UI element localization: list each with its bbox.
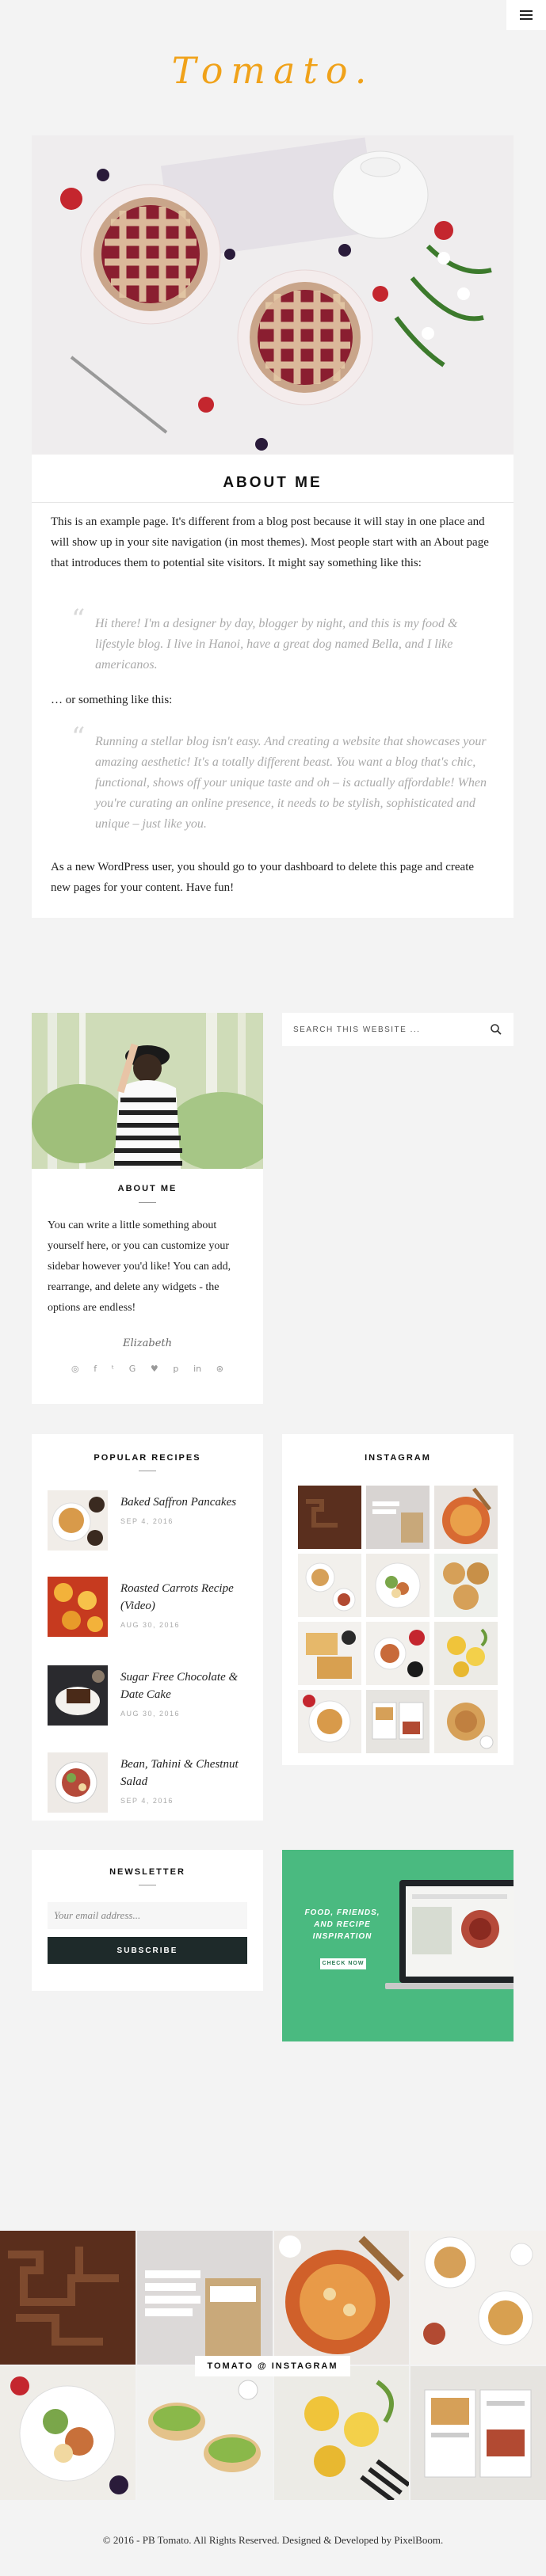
laptop-illustration [385, 1880, 514, 1989]
instagram-photo[interactable] [434, 1622, 498, 1685]
recipe-date: AUG 30, 2016 [120, 1710, 181, 1718]
list-item[interactable]: Sugar Free Chocolate & Date Cake AUG 30,… [48, 1665, 247, 1729]
instagram-photo[interactable] [366, 1486, 430, 1549]
social-icons: ◎ f ᵗ G ♥ p in ⊛ [71, 1364, 223, 1374]
widget-title: INSTAGRAM [365, 1453, 431, 1463]
instagram-photo[interactable] [434, 1486, 498, 1549]
divider [32, 502, 514, 503]
instagram-photo[interactable] [410, 2366, 546, 2500]
instagram-photo[interactable] [366, 1622, 430, 1685]
bloglovin-icon[interactable]: ♥ [151, 1364, 158, 1374]
recipe-title[interactable]: Baked Saffron Pancakes [120, 1493, 250, 1511]
hero-image [32, 135, 514, 455]
blockquote-text: Running a stellar blog isn't easy. And c… [95, 735, 487, 831]
instagram-photo[interactable] [298, 1622, 361, 1685]
instagram-photo[interactable] [298, 1486, 361, 1549]
newsletter-widget: NEWSLETTER SUBSCRIBE [32, 1850, 263, 1991]
linkedin-icon[interactable]: in [193, 1364, 201, 1374]
recipe-date: SEP 4, 2016 [120, 1797, 174, 1805]
site-logo[interactable]: Tomato. [0, 49, 546, 92]
intro-paragraph: This is an example page. It's different … [51, 516, 489, 569]
instagram-photo[interactable] [434, 1690, 498, 1753]
instagram-photo[interactable] [298, 1690, 361, 1753]
instagram-grid [298, 1486, 498, 1753]
subscribe-button[interactable]: SUBSCRIBE [48, 1937, 247, 1964]
about-widget-text: You can write a little something about y… [48, 1220, 231, 1314]
instagram-icon[interactable]: ◎ [71, 1364, 79, 1374]
page-title: ABOUT ME [223, 474, 323, 491]
recipe-date: AUG 30, 2016 [120, 1621, 181, 1629]
dribbble-icon[interactable]: ⊛ [216, 1364, 223, 1374]
widget-title: NEWSLETTER [109, 1867, 185, 1877]
instagram-photo[interactable] [410, 2231, 546, 2365]
instagram-photo[interactable] [0, 2231, 136, 2365]
twitter-icon[interactable]: ᵗ [112, 1364, 114, 1374]
search-icon[interactable] [490, 1023, 502, 1036]
instagram-photo[interactable] [0, 2366, 136, 2500]
middle-paragraph: … or something like this: [51, 694, 173, 706]
recipe-title[interactable]: Sugar Free Chocolate & Date Cake [120, 1669, 250, 1703]
ad-banner[interactable]: FOOD, FRIENDS, AND RECIPE INSPIRATION CH… [282, 1850, 514, 2041]
list-item[interactable]: Roasted Carrots Recipe (Video) AUG 30, 2… [48, 1577, 247, 1640]
google-plus-icon[interactable]: G [129, 1364, 136, 1374]
widget-title: POPULAR RECIPES [94, 1453, 201, 1463]
list-item[interactable]: Bean, Tahini & Chestnut Salad SEP 4, 201… [48, 1752, 247, 1816]
ad-headline: FOOD, FRIENDS, AND RECIPE INSPIRATION [304, 1908, 380, 1941]
quote-icon: “ [71, 603, 86, 635]
footer-instagram-label[interactable]: TOMATO @ INSTAGRAM [195, 2356, 350, 2376]
copyright: © 2016 - PB Tomato. All Rights Reserved.… [102, 2534, 444, 2546]
check-now-button[interactable]: CHECK NOW [320, 1958, 366, 1969]
menu-button[interactable] [506, 0, 546, 30]
recipe-thumbnail[interactable] [48, 1490, 108, 1551]
blockquote-2: “ Running a stellar blog isn't easy. And… [71, 724, 499, 835]
recipe-date: SEP 4, 2016 [120, 1517, 174, 1525]
email-field[interactable] [48, 1902, 247, 1929]
recipe-thumbnail[interactable] [48, 1577, 108, 1637]
list-item[interactable]: Baked Saffron Pancakes SEP 4, 2016 [48, 1490, 247, 1554]
recipe-thumbnail[interactable] [48, 1752, 108, 1813]
instagram-photo[interactable] [273, 2231, 410, 2365]
pinterest-icon[interactable]: p [173, 1364, 178, 1374]
instagram-photo[interactable] [434, 1554, 498, 1617]
search-input[interactable] [293, 1013, 483, 1046]
recipe-title[interactable]: Roasted Carrots Recipe (Video) [120, 1580, 250, 1615]
quote-icon: “ [71, 721, 86, 753]
facebook-icon[interactable]: f [94, 1364, 97, 1374]
about-image [32, 1013, 263, 1169]
instagram-photo[interactable] [273, 2366, 410, 2500]
about-page-card: ABOUT ME This is an example page. It's d… [32, 135, 514, 918]
search-widget [282, 1013, 514, 1046]
instagram-photo[interactable] [136, 2231, 273, 2365]
instagram-widget: INSTAGRAM [282, 1434, 514, 1765]
blockquote-1: “ Hi there! I'm a designer by day, blogg… [71, 606, 499, 675]
recipe-thumbnail[interactable] [48, 1665, 108, 1726]
signature: Elizabeth [122, 1337, 173, 1349]
outro-paragraph: As a new WordPress user, you should go t… [51, 861, 475, 894]
instagram-photo[interactable] [366, 1554, 430, 1617]
about-widget: ABOUT ME You can write a little somethin… [32, 1013, 263, 1404]
divider [139, 1202, 156, 1203]
blockquote-text: Hi there! I'm a designer by day, blogger… [95, 617, 458, 672]
instagram-photo[interactable] [366, 1690, 430, 1753]
widget-title: ABOUT ME [117, 1184, 178, 1193]
recipe-title[interactable]: Bean, Tahini & Chestnut Salad [120, 1756, 250, 1790]
instagram-photo[interactable] [298, 1554, 361, 1617]
popular-recipes-widget: POPULAR RECIPES Baked Saffron Pancakes S… [32, 1434, 263, 1821]
hamburger-icon [520, 8, 533, 22]
instagram-photo[interactable] [136, 2366, 273, 2500]
